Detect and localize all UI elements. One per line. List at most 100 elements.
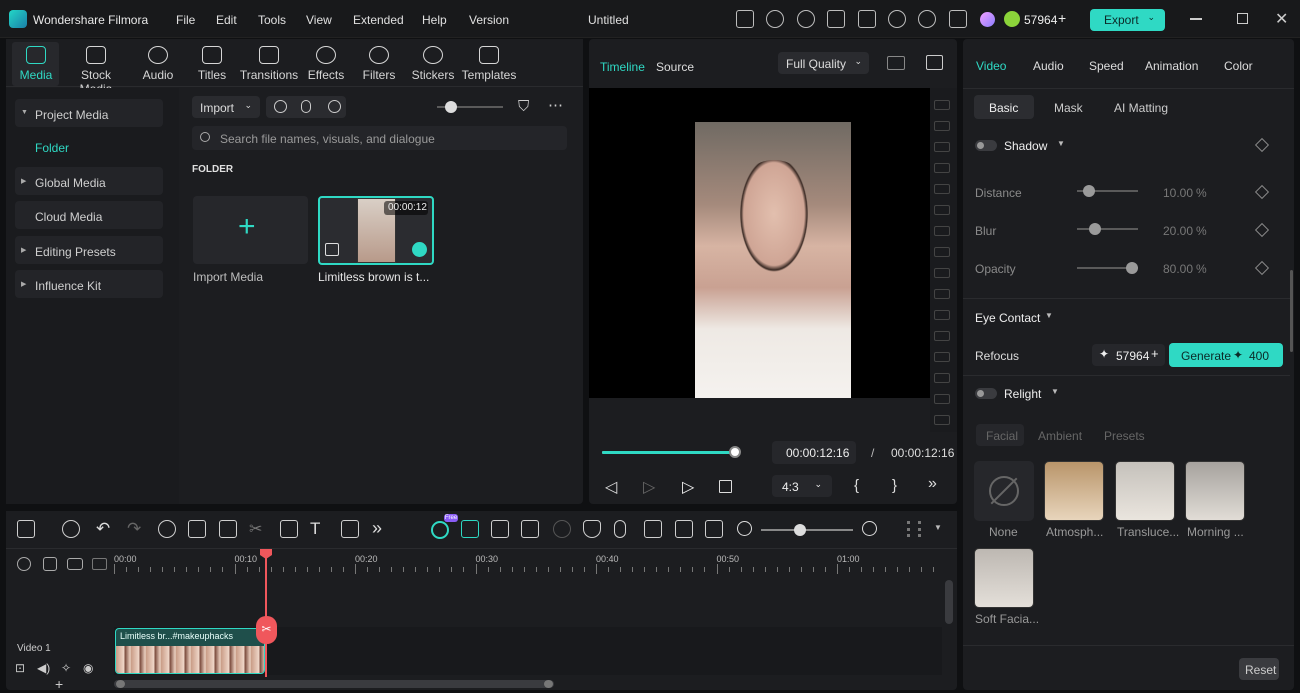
sidebar-item-global-media[interactable]: ▶ Global Media bbox=[15, 167, 163, 195]
speaker-icon[interactable]: ◀) bbox=[37, 661, 50, 675]
aspect-ratio-dropdown[interactable]: 4:3 ⌄ bbox=[772, 475, 832, 497]
sidebar-item-editing-presets[interactable]: ▶ Editing Presets bbox=[15, 236, 163, 264]
next-frame-icon[interactable]: ▷ bbox=[643, 477, 655, 497]
tool-media[interactable]: Media bbox=[6, 44, 66, 82]
avatar[interactable] bbox=[980, 12, 995, 27]
slider-knob[interactable] bbox=[794, 524, 806, 536]
inspector-tab-audio[interactable]: Audio bbox=[1033, 59, 1064, 73]
shield-icon[interactable] bbox=[583, 520, 601, 538]
relight-tab-presets[interactable]: Presets bbox=[1104, 429, 1145, 443]
slider-knob[interactable] bbox=[445, 101, 457, 113]
crop-icon[interactable] bbox=[280, 520, 298, 538]
timeline-ruler[interactable]: 00:00 00:10 00:20 00:30 00:40 00:50 01:00 bbox=[114, 549, 944, 575]
ai-mascot-icon[interactable] bbox=[431, 521, 449, 539]
apps-grid-icon[interactable] bbox=[949, 10, 967, 28]
slider-knob[interactable] bbox=[1083, 185, 1096, 197]
import-dropdown[interactable]: Import ⌄ bbox=[192, 96, 260, 118]
vertical-scrollbar[interactable] bbox=[945, 580, 953, 624]
zoom-in-icon[interactable] bbox=[862, 521, 877, 536]
menu-tools[interactable]: Tools bbox=[258, 13, 286, 27]
media-replace-icon[interactable] bbox=[521, 520, 539, 538]
export-button[interactable]: Export ⌄ bbox=[1090, 9, 1165, 31]
tool-transitions[interactable]: Transitions bbox=[239, 44, 299, 82]
lock-icon[interactable]: ⊡ bbox=[15, 661, 25, 675]
audio-mixer-icon[interactable] bbox=[644, 520, 662, 538]
maximize-icon[interactable] bbox=[1237, 13, 1248, 24]
redo-icon[interactable]: ↷ bbox=[127, 519, 141, 539]
tab-timeline[interactable]: Timeline bbox=[600, 60, 645, 74]
scrollbar-handle-left[interactable] bbox=[116, 680, 125, 688]
menu-edit[interactable]: Edit bbox=[216, 13, 237, 27]
scrollbar-handle-right[interactable] bbox=[544, 680, 553, 688]
fullscreen-icon[interactable]: » bbox=[928, 475, 937, 493]
preset-none[interactable] bbox=[974, 461, 1034, 521]
stop-icon[interactable] bbox=[719, 480, 732, 493]
magic-icon[interactable]: ✧ bbox=[61, 661, 71, 675]
scissors-icon[interactable]: ✂ bbox=[249, 519, 262, 539]
layout-icon[interactable] bbox=[17, 520, 35, 538]
menu-file[interactable]: File bbox=[176, 13, 195, 27]
tool-filters[interactable]: Filters bbox=[349, 44, 409, 82]
gift-icon[interactable] bbox=[736, 10, 754, 28]
grid-view-icon[interactable] bbox=[887, 56, 905, 70]
voice-icon[interactable] bbox=[328, 100, 341, 113]
inspector-scrollbar[interactable] bbox=[1290, 270, 1293, 352]
subtab-basic[interactable]: Basic bbox=[974, 95, 1034, 119]
delete-icon[interactable] bbox=[219, 520, 237, 538]
timeline-scrollbar[interactable] bbox=[114, 680, 554, 688]
link-icon[interactable] bbox=[43, 557, 57, 571]
caret-down-icon[interactable]: ▼ bbox=[934, 523, 942, 532]
relight-tab-ambient[interactable]: Ambient bbox=[1038, 429, 1082, 443]
timeline-settings-icon[interactable] bbox=[17, 557, 31, 571]
blur-slider[interactable] bbox=[1077, 223, 1138, 235]
distance-slider[interactable] bbox=[1077, 185, 1138, 197]
eye-icon[interactable]: ◉ bbox=[83, 661, 93, 675]
thumbnail-size-slider[interactable] bbox=[437, 101, 503, 113]
subtab-ai-matting[interactable]: AI Matting bbox=[1114, 101, 1168, 115]
tool-audio[interactable]: Audio bbox=[128, 44, 188, 82]
slider-knob[interactable] bbox=[1125, 262, 1138, 274]
preset-soft-facial[interactable] bbox=[974, 548, 1034, 608]
preset-atmosphere[interactable] bbox=[1044, 461, 1104, 521]
previous-frame-icon[interactable]: ◁ bbox=[605, 477, 617, 497]
mark-in-button[interactable]: { bbox=[854, 477, 859, 494]
motion-tracking-icon[interactable] bbox=[553, 520, 571, 538]
record-icon[interactable] bbox=[274, 100, 287, 113]
auto-ripple-icon[interactable] bbox=[67, 558, 83, 570]
generate-button[interactable]: Generate ✦ 400 bbox=[1169, 343, 1283, 367]
quality-dropdown[interactable]: Full Quality ⌄ bbox=[778, 52, 869, 74]
split-scissors-icon[interactable]: ✂ bbox=[256, 616, 277, 644]
shape-icon[interactable] bbox=[341, 520, 359, 538]
inspector-tab-speed[interactable]: Speed bbox=[1089, 59, 1124, 73]
preset-morning[interactable] bbox=[1185, 461, 1245, 521]
blur-value[interactable]: 20.00 bbox=[1163, 224, 1193, 238]
opacity-value[interactable]: 80.00 bbox=[1163, 262, 1193, 276]
tool-effects[interactable]: Effects bbox=[296, 44, 356, 82]
play-icon[interactable]: ▷ bbox=[682, 477, 694, 497]
subtab-mask[interactable]: Mask bbox=[1054, 101, 1083, 115]
layout-icon[interactable] bbox=[827, 10, 845, 28]
inspector-tab-color[interactable]: Color bbox=[1224, 59, 1253, 73]
caret-down-icon[interactable]: ▼ bbox=[1045, 311, 1053, 320]
microphone-icon[interactable] bbox=[614, 520, 626, 538]
distance-value[interactable]: 10.00 bbox=[1163, 186, 1193, 200]
menu-help[interactable]: Help bbox=[422, 13, 447, 27]
undo-icon[interactable]: ↶ bbox=[96, 519, 110, 539]
sidebar-item-folder[interactable]: Folder bbox=[35, 141, 69, 155]
menu-extended[interactable]: Extended bbox=[353, 13, 404, 27]
track-manager-icon[interactable] bbox=[92, 558, 107, 570]
close-icon[interactable]: ✕ bbox=[1275, 9, 1288, 29]
minimize-icon[interactable] bbox=[1190, 18, 1202, 20]
sidebar-item-influence-kit[interactable]: ▶ Influence Kit bbox=[15, 270, 163, 298]
save-icon[interactable] bbox=[858, 10, 876, 28]
add-marker-icon[interactable] bbox=[491, 520, 509, 538]
sidebar-item-cloud-media[interactable]: Cloud Media bbox=[15, 201, 163, 229]
add-credits-icon[interactable]: + bbox=[1151, 346, 1159, 361]
inspector-tab-animation[interactable]: Animation bbox=[1145, 59, 1198, 73]
text-tool-icon[interactable]: T bbox=[310, 519, 320, 539]
playback-progress-track[interactable] bbox=[602, 446, 741, 458]
speed-ramp-icon[interactable] bbox=[158, 520, 176, 538]
mark-out-button[interactable]: } bbox=[892, 477, 897, 494]
relight-tab-facial[interactable]: Facial bbox=[976, 424, 1024, 446]
cloud-upload-icon[interactable] bbox=[888, 10, 906, 28]
